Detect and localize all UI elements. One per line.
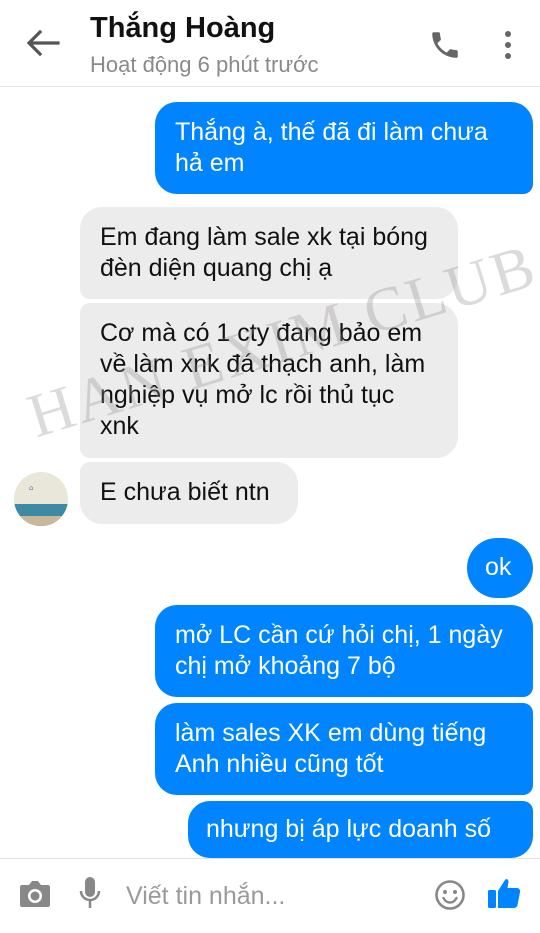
message-composer <box>0 858 540 933</box>
message-incoming[interactable]: Cơ mà có 1 cty đang bảo em về làm xnk đá… <box>80 303 458 458</box>
avatar-sand <box>14 516 68 526</box>
message-outgoing[interactable]: mở LC cần cứ hỏi chị, 1 ngày chị mở khoả… <box>155 605 533 697</box>
thumbs-up-icon[interactable] <box>486 875 522 911</box>
phone-icon[interactable] <box>428 28 462 62</box>
contact-name[interactable]: Thắng Hoàng <box>90 12 275 45</box>
message-incoming[interactable]: Em đang làm sale xk tại bóng đèn diện qu… <box>80 207 458 299</box>
active-status: Hoạt động 6 phút trước <box>90 52 319 77</box>
microphone-icon[interactable] <box>78 875 102 911</box>
emoji-icon[interactable] <box>434 879 466 911</box>
message-incoming[interactable]: E chưa biết ntn <box>80 462 298 524</box>
avatar[interactable]: ⌂ <box>14 472 68 526</box>
message-outgoing[interactable]: ok <box>467 538 533 598</box>
camera-icon[interactable] <box>18 879 52 909</box>
arrow-left-icon[interactable] <box>22 26 62 60</box>
message-outgoing[interactable]: Thắng à, thế đã đi làm chưa hả em <box>155 102 533 194</box>
avatar-emblem-icon: ⌂ <box>29 484 34 492</box>
message-input[interactable] <box>126 879 416 913</box>
message-outgoing[interactable]: làm sales XK em dùng tiếng Anh nhiều cũn… <box>155 703 533 795</box>
more-vertical-icon[interactable] <box>498 28 518 62</box>
conversation-header: Thắng Hoàng Hoạt động 6 phút trước <box>0 0 540 87</box>
message-outgoing[interactable]: nhưng bị áp lực doanh số <box>188 801 533 858</box>
